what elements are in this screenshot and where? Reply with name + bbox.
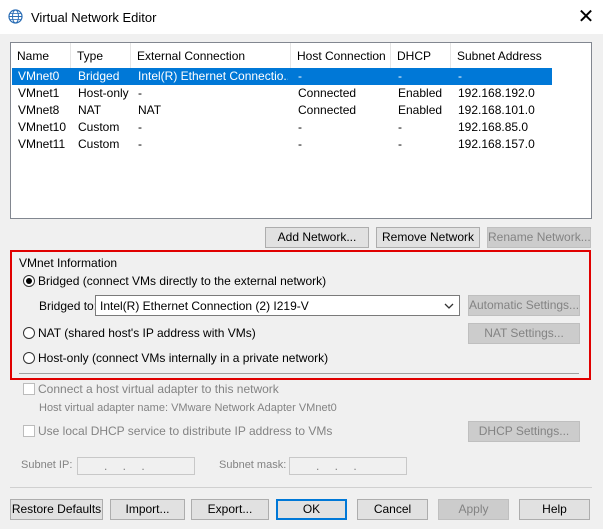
nat-settings-button[interactable]: NAT Settings...	[468, 323, 580, 344]
bridged-to-label: Bridged to:	[39, 299, 98, 313]
automatic-settings-button[interactable]: Automatic Settings...	[468, 295, 580, 316]
column-header-name[interactable]: Name	[11, 43, 71, 69]
column-header-type[interactable]: Type	[71, 43, 131, 69]
network-globe-icon	[8, 9, 23, 24]
subnet-ip-label: Subnet IP:	[21, 459, 73, 471]
table-row[interactable]: VMnet0 Bridged Intel(R) Ethernet Connect…	[12, 68, 552, 85]
add-network-button[interactable]: Add Network...	[265, 227, 369, 248]
network-list[interactable]: Name Type External Connection Host Conne…	[10, 42, 592, 219]
restore-defaults-button[interactable]: Restore Defaults	[10, 499, 103, 520]
group-divider	[19, 373, 579, 374]
subnet-mask-label: Subnet mask:	[219, 459, 287, 471]
ok-button[interactable]: OK	[276, 499, 347, 520]
host-adapter-name-label: Host virtual adapter name: VMware Networ…	[39, 402, 337, 414]
host-only-radio[interactable]	[23, 352, 35, 364]
close-icon[interactable]: ✕	[573, 4, 599, 30]
connect-host-adapter-checkbox[interactable]	[23, 383, 35, 395]
nat-radio[interactable]	[23, 327, 35, 339]
column-header-subnet-address[interactable]: Subnet Address	[451, 43, 551, 69]
column-header-external-connection[interactable]: External Connection	[131, 43, 291, 69]
cancel-button[interactable]: Cancel	[357, 499, 428, 520]
bridged-label[interactable]: Bridged (connect VMs directly to the ext…	[38, 274, 326, 288]
bridged-to-select[interactable]: Intel(R) Ethernet Connection (2) I219-V	[95, 295, 460, 316]
subnet-mask-field[interactable]: . . .	[289, 457, 407, 475]
footer-divider	[10, 487, 592, 488]
table-row[interactable]: VMnet8 NAT NAT Connected Enabled 192.168…	[12, 102, 552, 119]
table-row[interactable]: VMnet1 Host-only - Connected Enabled 192…	[12, 85, 552, 102]
table-row[interactable]: VMnet10 Custom - - - 192.168.85.0	[12, 119, 552, 136]
import-button[interactable]: Import...	[110, 499, 185, 520]
column-header-dhcp[interactable]: DHCP	[391, 43, 451, 69]
chevron-down-icon[interactable]	[444, 300, 454, 314]
subnet-ip-field[interactable]: . . .	[77, 457, 195, 475]
vmnet-info-group-label: VMnet Information	[19, 256, 118, 270]
bridged-to-value: Intel(R) Ethernet Connection (2) I219-V	[100, 299, 309, 313]
connect-host-adapter-label[interactable]: Connect a host virtual adapter to this n…	[38, 382, 279, 396]
remove-network-button[interactable]: Remove Network	[376, 227, 480, 248]
rename-network-button[interactable]: Rename Network...	[487, 227, 591, 248]
help-button[interactable]: Help	[519, 499, 590, 520]
use-dhcp-checkbox[interactable]	[23, 425, 35, 437]
table-row[interactable]: VMnet11 Custom - - - 192.168.157.0	[12, 136, 552, 153]
host-only-label[interactable]: Host-only (connect VMs internally in a p…	[38, 351, 328, 365]
window-title: Virtual Network Editor	[31, 10, 157, 25]
column-header-host-connection[interactable]: Host Connection	[291, 43, 391, 69]
export-button[interactable]: Export...	[191, 499, 269, 520]
use-dhcp-label[interactable]: Use local DHCP service to distribute IP …	[38, 424, 332, 438]
nat-label[interactable]: NAT (shared host's IP address with VMs)	[38, 326, 256, 340]
bridged-radio[interactable]	[23, 275, 35, 287]
apply-button[interactable]: Apply	[438, 499, 509, 520]
dhcp-settings-button[interactable]: DHCP Settings...	[468, 421, 580, 442]
